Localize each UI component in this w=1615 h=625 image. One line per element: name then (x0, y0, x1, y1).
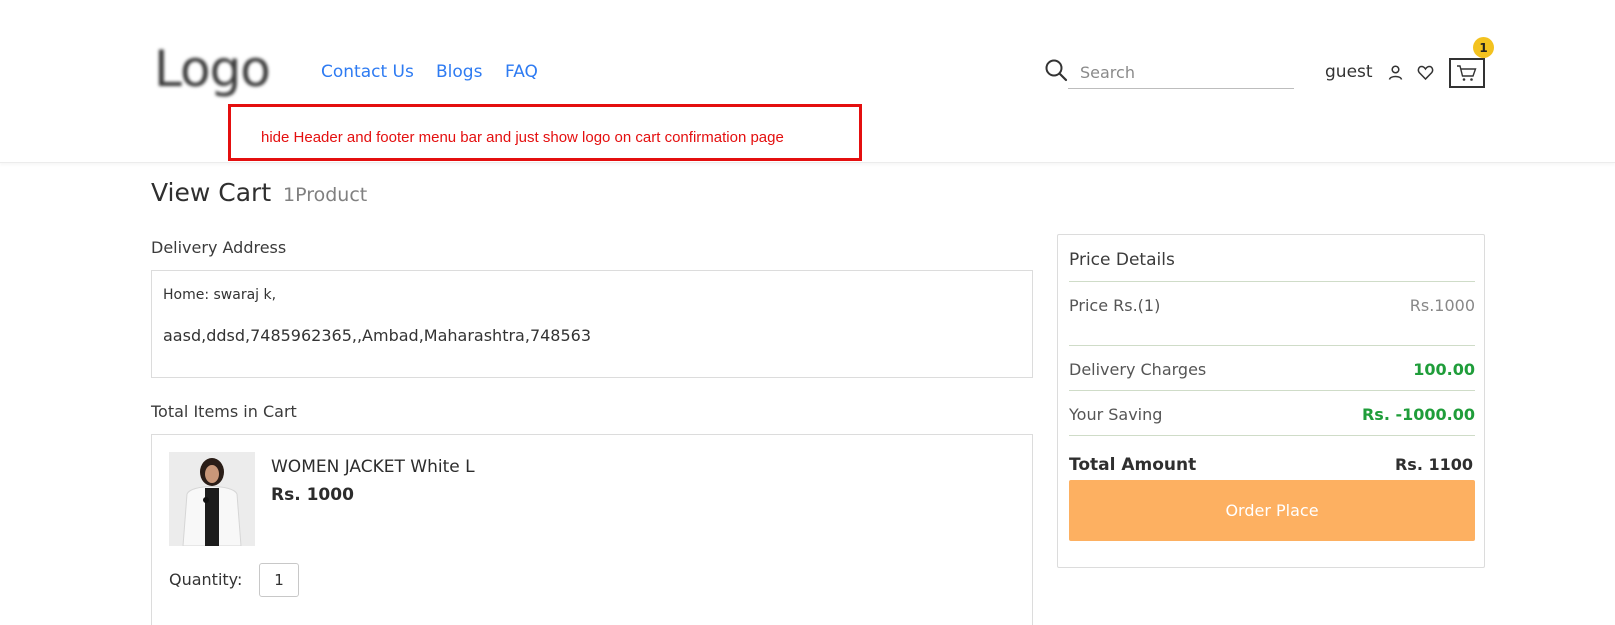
quantity-input[interactable] (259, 563, 299, 597)
cart-items-label: Total Items in Cart (151, 402, 297, 421)
search-icon[interactable] (1044, 58, 1068, 82)
page-title: View Cart (151, 178, 272, 207)
total-amount-value: Rs. 1100 (1394, 455, 1473, 474)
address-line-2: aasd,ddsd,7485962365,,Ambad,Maharashtra,… (163, 326, 592, 345)
cart-button[interactable] (1449, 58, 1485, 88)
quantity-label: Quantity: (169, 570, 243, 589)
nav-faq[interactable]: FAQ (505, 62, 538, 82)
saving-label: Your Saving (1069, 405, 1163, 424)
logo[interactable]: Logo (154, 44, 271, 94)
price-row: Price Rs.(1) Rs.1000 (1069, 281, 1475, 326)
total-divider (1069, 435, 1475, 436)
saving-value: Rs. -1000.00 (1361, 405, 1475, 424)
search-input[interactable] (1068, 56, 1294, 89)
delivery-charges-row: Delivery Charges 100.00 (1069, 345, 1475, 390)
delivery-address-label: Delivery Address (151, 238, 287, 257)
total-amount-label: Total Amount (1069, 455, 1197, 475)
delivery-charges-value: 100.00 (1413, 360, 1475, 379)
nav-blogs[interactable]: Blogs (436, 62, 482, 82)
cart-count-badge: 1 (1473, 37, 1494, 58)
delivery-charges-label: Delivery Charges (1069, 360, 1207, 379)
user-name[interactable]: guest (1325, 62, 1373, 82)
order-place-button[interactable]: Order Place (1069, 480, 1475, 541)
product-name[interactable]: WOMEN JACKET White L (271, 457, 475, 477)
price-details-card: Price Details Price Rs.(1) Rs.1000 Deliv… (1057, 234, 1485, 568)
price-label: Price Rs.(1) (1069, 296, 1161, 315)
delivery-address-card: Home: swaraj k, aasd,ddsd,7485962365,,Am… (151, 270, 1033, 378)
annotation-box: hide Header and footer menu bar and just… (228, 104, 862, 161)
product-price: Rs. 1000 (271, 485, 354, 505)
price-details-title: Price Details (1069, 250, 1175, 270)
nav-contact-us[interactable]: Contact Us (321, 62, 414, 82)
cart-items-card: WOMEN JACKET White L Rs. 1000 Quantity: (151, 434, 1033, 625)
saving-row: Your Saving Rs. -1000.00 (1069, 390, 1475, 435)
cart-icon (1457, 65, 1477, 81)
product-count: 1Product (283, 184, 368, 206)
heart-icon[interactable] (1417, 64, 1434, 81)
price-value: Rs.1000 (1409, 296, 1475, 315)
user-icon[interactable] (1387, 64, 1404, 81)
annotation-text: hide Header and footer menu bar and just… (261, 129, 784, 146)
product-image[interactable] (169, 452, 255, 546)
address-line-1: Home: swaraj k, (163, 287, 277, 303)
